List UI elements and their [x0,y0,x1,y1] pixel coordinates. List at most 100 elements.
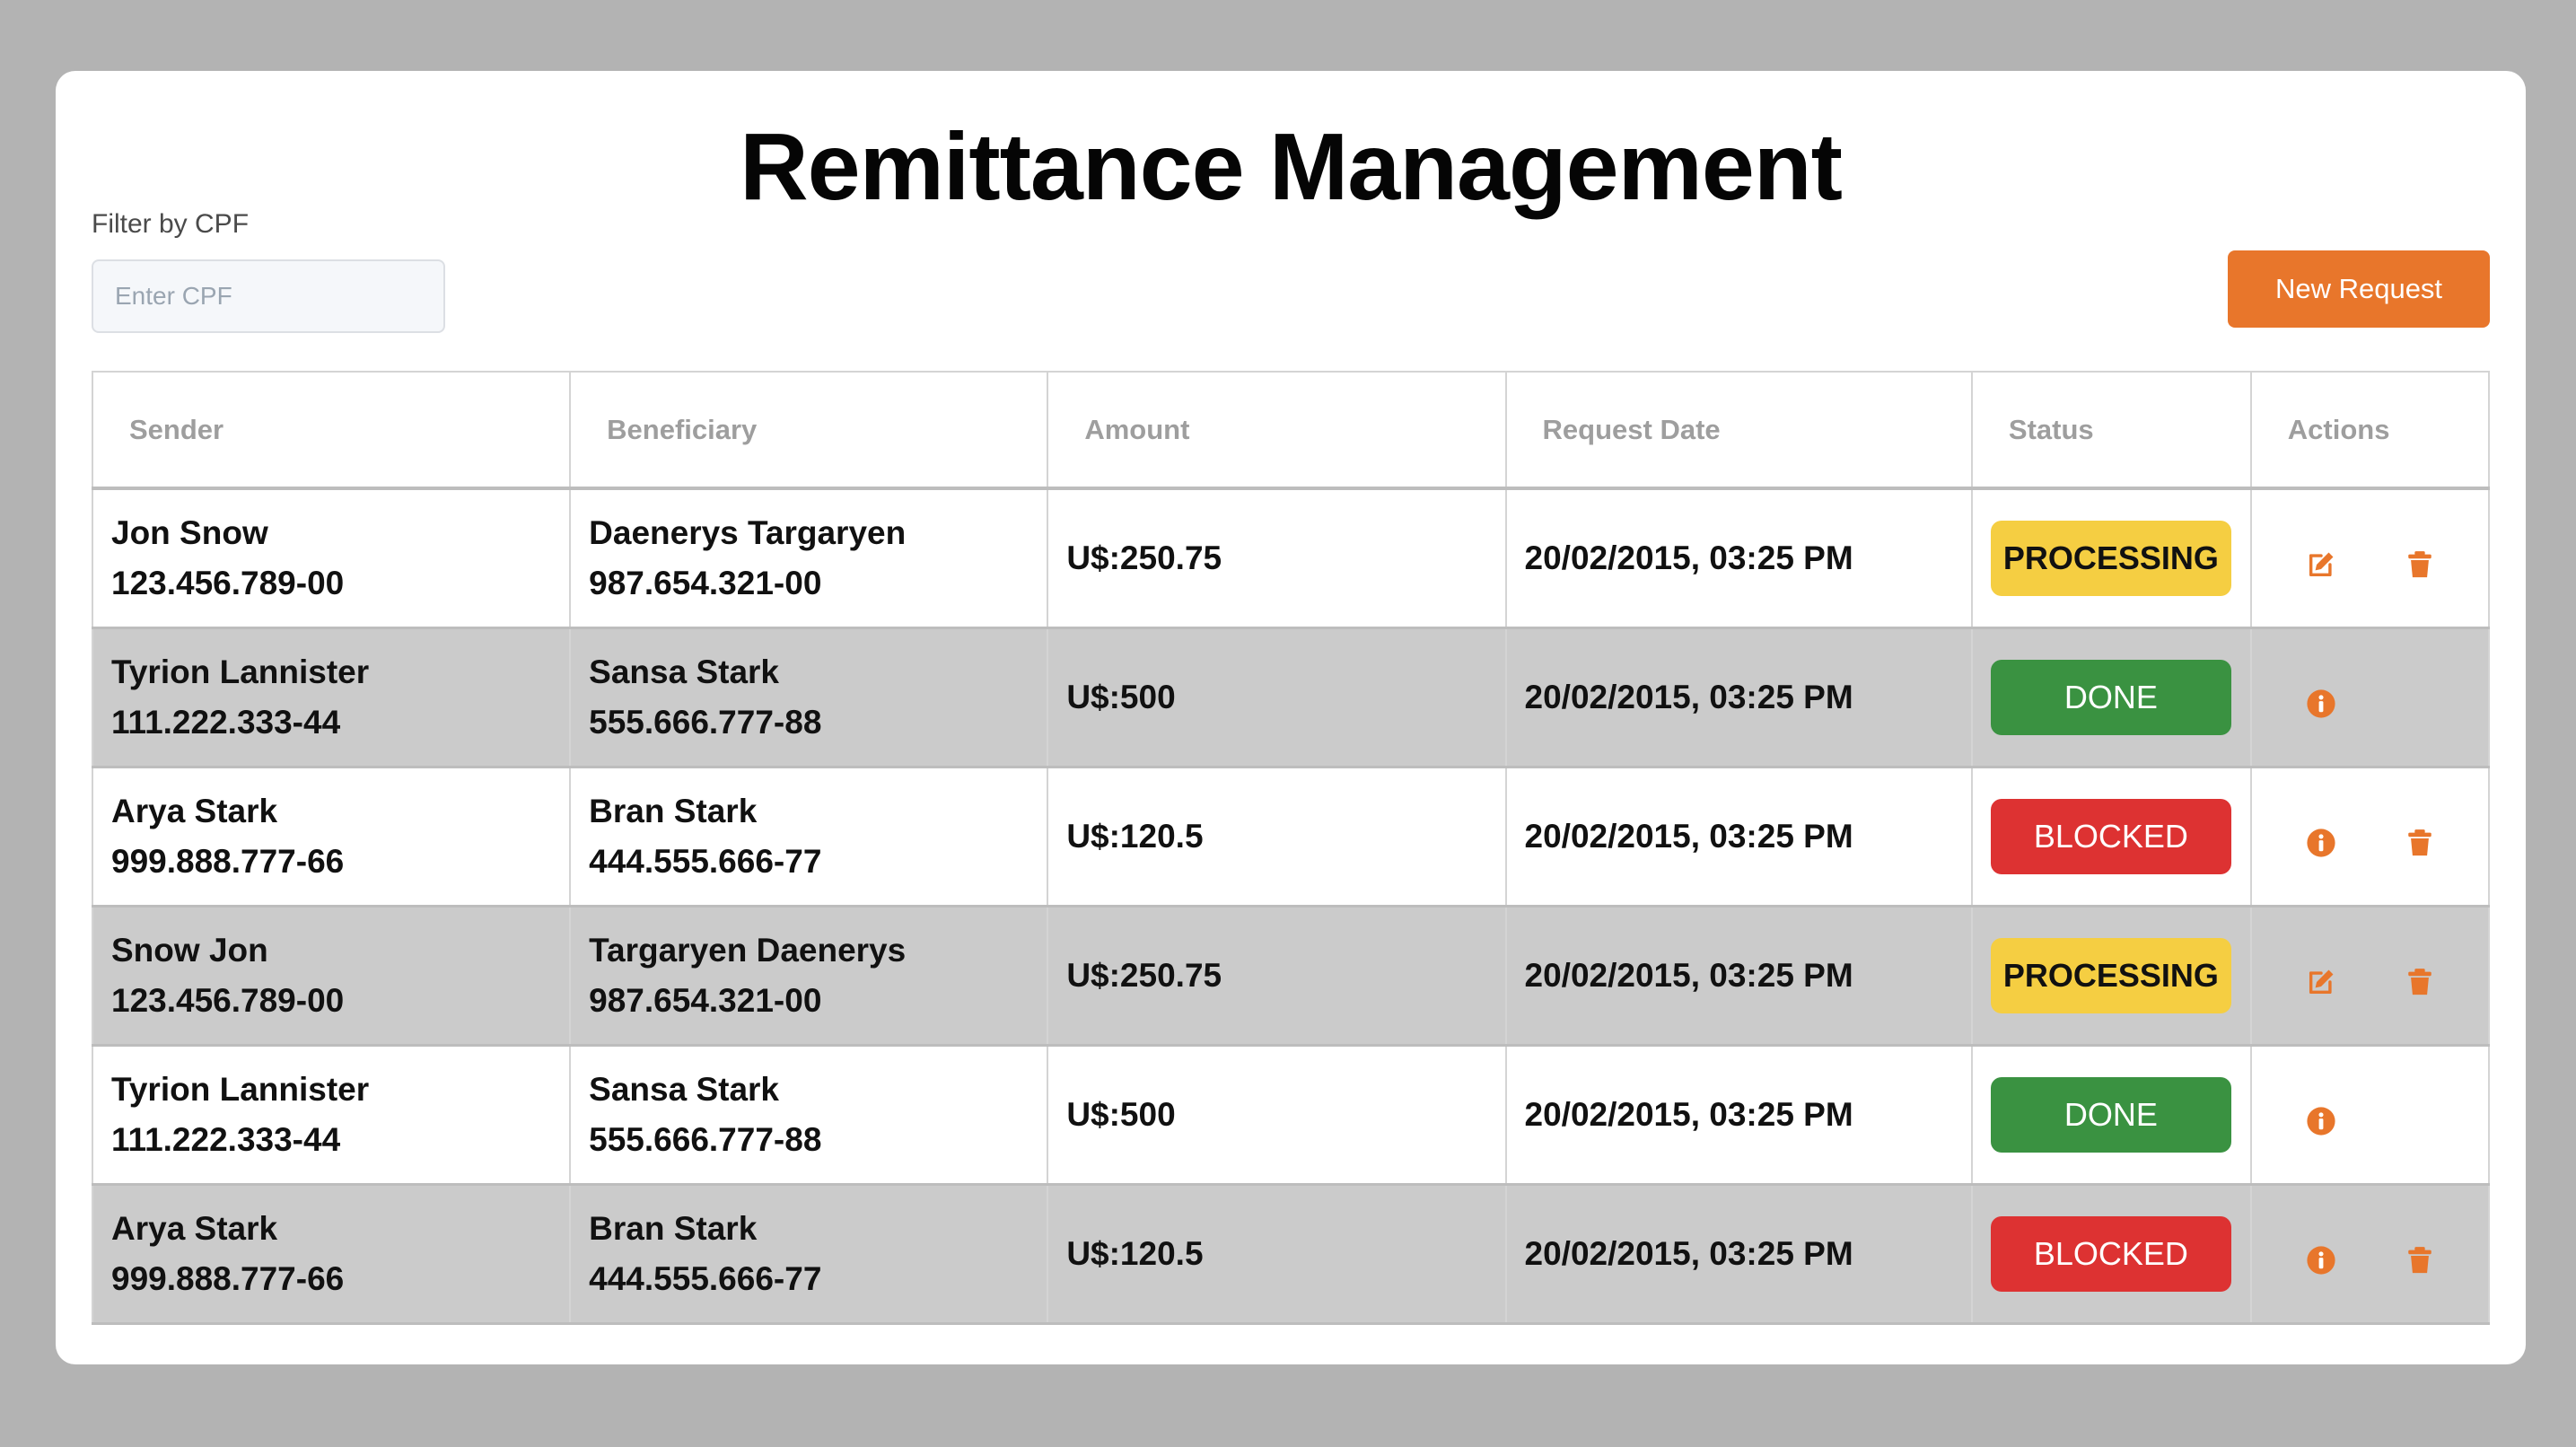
sender-name: Tyrion Lannister [111,1070,370,1108]
amount-cell: U$:500 [1047,627,1507,767]
beneficiary-cpf: 555.666.777-88 [589,703,822,741]
sender-cell: Arya Stark 999.888.777-66 [91,766,572,907]
header-amount: Amount [1047,371,1507,490]
status-badge: PROCESSING [1990,937,2231,1013]
amount-value: U$:500 [1066,678,1176,715]
request-date-value: 20/02/2015, 03:25 PM [1524,1234,1853,1272]
request-date-cell: 20/02/2015, 03:25 PM [1504,487,1973,628]
status-cell: DONE [1970,1044,2252,1185]
amount-cell: U$:250.75 [1047,905,1507,1046]
sender-cell: Tyrion Lannister 111.222.333-44 [91,627,572,767]
new-request-button[interactable]: New Request [2228,250,2490,328]
status-badge: PROCESSING [1990,520,2231,596]
status-cell: BLOCKED [1970,1183,2252,1324]
amount-cell: U$:250.75 [1047,487,1507,628]
header-request-date: Request Date [1504,371,1973,490]
actions-cell [2249,905,2491,1046]
status-badge: DONE [1990,1076,2231,1153]
amount-value: U$:250.75 [1066,956,1222,994]
edit-icon[interactable] [2306,961,2336,994]
request-date-cell: 20/02/2015, 03:25 PM [1504,627,1973,767]
request-date-value: 20/02/2015, 03:25 PM [1524,817,1853,855]
request-date-value: 20/02/2015, 03:25 PM [1524,678,1853,715]
actions-group [2252,949,2488,1003]
beneficiary-cpf: 987.654.321-00 [589,564,822,601]
actions-cell [2249,487,2491,628]
cpf-filter-input[interactable] [92,259,445,333]
trash-icon[interactable] [2405,544,2435,577]
remittance-panel: Remittance Management Filter by CPF New … [56,71,2526,1364]
status-cell: PROCESSING [1970,905,2252,1046]
actions-group [2252,1088,2488,1142]
trash-icon[interactable] [2405,961,2435,995]
request-date-value: 20/02/2015, 03:25 PM [1524,539,1853,576]
table-header-row: Sender Beneficiary Amount Request Date S… [91,371,2491,490]
beneficiary-cpf: 555.666.777-88 [589,1120,822,1158]
filter-label: Filter by CPF [92,209,250,239]
amount-value: U$:250.75 [1066,539,1222,576]
table-row: Arya Stark 999.888.777-66 Bran Stark 444… [91,766,2491,907]
actions-cell [2249,766,2491,907]
beneficiary-cell: Sansa Stark 555.666.777-88 [569,1044,1049,1185]
status-badge: BLOCKED [1990,798,2231,874]
sender-cpf: 999.888.777-66 [111,842,345,880]
beneficiary-cpf: 444.555.666-77 [589,842,822,880]
trash-icon[interactable] [2405,822,2435,855]
info-icon[interactable] [2306,822,2336,857]
actions-group [2252,1227,2488,1281]
actions-cell [2249,627,2491,767]
table-body: Jon Snow 123.456.789-00 Daenerys Targary… [91,487,2491,1324]
beneficiary-cell: Bran Stark 444.555.666-77 [569,766,1049,907]
sender-cpf: 123.456.789-00 [111,564,345,601]
beneficiary-name: Sansa Stark [589,653,780,690]
actions-group [2252,531,2488,585]
amount-cell: U$:500 [1047,1044,1507,1185]
sender-cpf: 123.456.789-00 [111,981,345,1019]
amount-cell: U$:120.5 [1047,1183,1507,1324]
status-cell: BLOCKED [1970,766,2252,907]
beneficiary-cell: Targaryen Daenerys 987.654.321-00 [569,905,1049,1046]
actions-cell [2249,1183,2491,1324]
beneficiary-name: Daenerys Targaryen [589,513,907,551]
actions-group [2252,671,2488,724]
sender-name: Arya Stark [111,1209,278,1247]
beneficiary-name: Targaryen Daenerys [589,931,907,969]
table-row: Tyrion Lannister 111.222.333-44 Sansa St… [91,627,2491,767]
request-date-cell: 20/02/2015, 03:25 PM [1504,1044,1973,1185]
info-icon[interactable] [2306,1240,2336,1275]
beneficiary-name: Bran Stark [589,792,758,829]
status-badge: DONE [1990,659,2231,735]
sender-cell: Jon Snow 123.456.789-00 [91,487,572,628]
header-sender: Sender [91,371,572,490]
amount-value: U$:120.5 [1066,1234,1204,1272]
beneficiary-name: Sansa Stark [589,1070,780,1108]
header-status: Status [1970,371,2252,490]
sender-cell: Arya Stark 999.888.777-66 [91,1183,572,1324]
beneficiary-cell: Daenerys Targaryen 987.654.321-00 [569,487,1049,628]
beneficiary-cell: Sansa Stark 555.666.777-88 [569,627,1049,767]
actions-group [2252,810,2488,864]
amount-cell: U$:120.5 [1047,766,1507,907]
table-row: Tyrion Lannister 111.222.333-44 Sansa St… [91,1044,2491,1185]
sender-cpf: 999.888.777-66 [111,1259,345,1297]
sender-name: Tyrion Lannister [111,653,370,690]
status-cell: PROCESSING [1970,487,2252,628]
page-title: Remittance Management [740,114,1843,220]
request-date-cell: 20/02/2015, 03:25 PM [1504,905,1973,1046]
beneficiary-cpf: 444.555.666-77 [589,1259,822,1297]
info-icon[interactable] [2306,1101,2336,1136]
beneficiary-cell: Bran Stark 444.555.666-77 [569,1183,1049,1324]
request-date-cell: 20/02/2015, 03:25 PM [1504,1183,1973,1324]
trash-icon[interactable] [2405,1240,2435,1273]
sender-cpf: 111.222.333-44 [111,703,341,741]
edit-icon[interactable] [2306,544,2336,576]
sender-cell: Snow Jon 123.456.789-00 [91,905,572,1046]
sender-cpf: 111.222.333-44 [111,1120,341,1158]
sender-name: Snow Jon [111,931,268,969]
sender-name: Jon Snow [111,513,268,551]
header-beneficiary: Beneficiary [569,371,1049,490]
info-icon[interactable] [2306,683,2336,718]
header-actions: Actions [2249,371,2491,490]
remittance-table: Sender Beneficiary Amount Request Date S… [91,371,2491,1325]
request-date-value: 20/02/2015, 03:25 PM [1524,1095,1853,1133]
